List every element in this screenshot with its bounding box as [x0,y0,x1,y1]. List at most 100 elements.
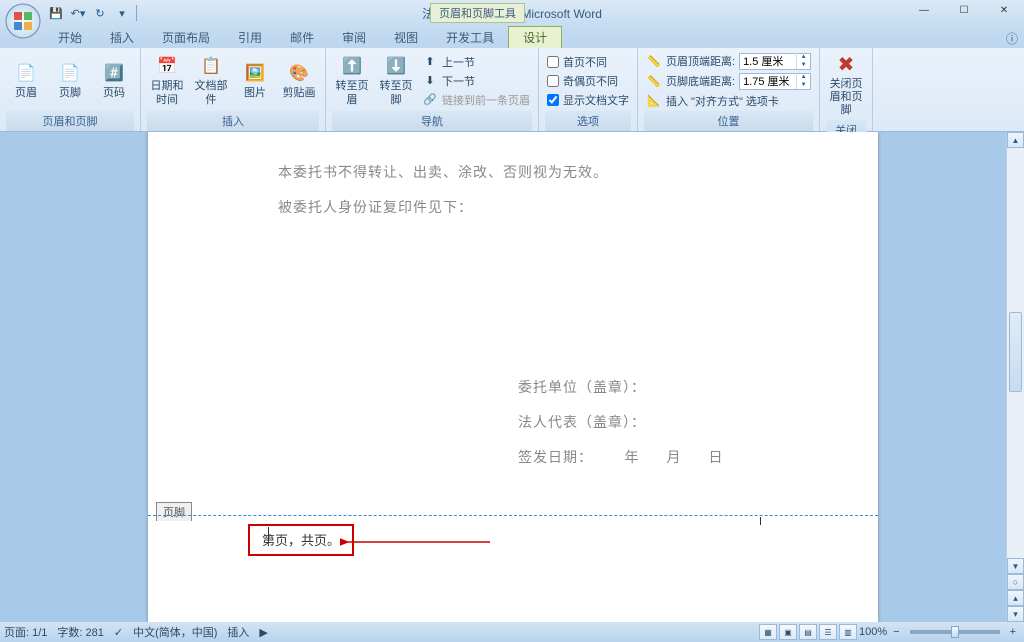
status-page[interactable]: 页面: 1/1 [4,624,47,640]
odd-even-diff-checkbox[interactable]: 奇偶页不同 [545,72,631,90]
tab-references[interactable]: 引用 [224,26,276,48]
document-area: 本委托书不得转让、出卖、涂改、否则视为无效。 被委托人身份证复印件见下： 委托单… [0,132,1006,622]
sig-legal: 法人代表（盖章）： [518,412,646,432]
title-bar: 💾 ↶▾ ↻ ▾ 法人委托书.docx - Microsoft Word 页眉和… [0,0,1024,26]
page-number-button[interactable]: #️⃣页码 [94,50,134,111]
tab-insert[interactable]: 插入 [96,26,148,48]
picture-icon: 🖼️ [243,61,267,85]
page-number-icon: #️⃣ [102,61,126,85]
group-label: 导航 [332,111,532,131]
close-header-footer-button[interactable]: ✖关闭页眉和页脚 [826,50,866,120]
save-icon: 💾 [49,7,63,20]
spin-up[interactable]: ▲ [797,73,810,81]
document-page[interactable]: 本委托书不得转让、出卖、涂改、否则视为无效。 被委托人身份证复印件见下： 委托单… [148,132,878,622]
header-icon: 📄 [14,61,38,85]
group-header-footer: 📄页眉 📄页脚 #️⃣页码 页眉和页脚 [0,48,141,131]
close-button[interactable]: ✕ [984,0,1024,20]
footer-content-highlight: 第页，共页。 [248,524,354,556]
ribbon-tabs: 开始 插入 页面布局 引用 邮件 审阅 视图 开发工具 设计 [0,26,1024,48]
sig-date: 签发日期： 年 月 日 [518,447,724,467]
header-button[interactable]: 📄页眉 [6,50,46,111]
qat-redo[interactable]: ↻ [90,3,110,23]
body-line-2: 被委托人身份证复印件见下： [278,197,473,217]
group-label: 插入 [147,111,319,131]
view-outline[interactable]: ☰ [819,624,837,640]
picture-button[interactable]: 🖼️图片 [235,50,275,111]
tab-mailings[interactable]: 邮件 [276,26,328,48]
minimize-button[interactable]: — [904,0,944,20]
datetime-button[interactable]: 📅日期和时间 [147,50,187,111]
maximize-button[interactable]: ☐ [944,0,984,20]
next-page-button[interactable]: ▾ [1007,606,1024,622]
scroll-down-button[interactable]: ▼ [1007,558,1024,574]
group-position: 📏 页眉顶端距离: ▲▼ 📏 页脚底端距离: ▲▼ 📐插入 "对齐方式" 选项卡… [638,48,820,131]
view-print-layout[interactable]: ▦ [759,624,777,640]
group-label: 位置 [644,111,813,131]
tab-developer[interactable]: 开发工具 [432,26,508,48]
calendar-icon: 📅 [155,54,179,78]
zoom-level[interactable]: 100% [859,626,887,638]
status-mode[interactable]: 插入 [227,624,249,640]
zoom-slider[interactable] [910,630,1000,634]
clipart-button[interactable]: 🎨剪贴画 [279,50,319,111]
next-section-button[interactable]: ⬇下一节 [420,72,532,90]
footer-distance-row: 📏 页脚底端距离: ▲▼ [644,72,813,91]
scroll-thumb[interactable] [1009,312,1022,392]
zoom-knob[interactable] [951,626,959,638]
insert-align-tab-button[interactable]: 📐插入 "对齐方式" 选项卡 [644,92,813,110]
goto-header-button[interactable]: ⬆️转至页眉 [332,50,372,111]
goto-footer-button[interactable]: ⬇️转至页脚 [376,50,416,111]
ribbon: 📄页眉 📄页脚 #️⃣页码 页眉和页脚 📅日期和时间 📋文档部件 🖼️图片 🎨剪… [0,48,1024,132]
footer-button[interactable]: 📄页脚 [50,50,90,111]
qat-undo[interactable]: ↶▾ [68,3,88,23]
status-proof-icon[interactable]: ✓ [114,626,123,639]
link-icon: 🔗 [422,92,438,108]
help-icon[interactable]: ⓘ [1006,30,1018,47]
parts-icon: 📋 [199,54,223,78]
qat-customize[interactable]: ▾ [112,3,132,23]
spin-up[interactable]: ▲ [797,53,810,61]
next-icon: ⬇ [422,73,438,89]
spin-down[interactable]: ▼ [797,61,810,69]
zoom-in-button[interactable]: + [1006,626,1020,638]
ruler-icon: 📏 [646,73,662,89]
browse-object-button[interactable]: ○ [1007,574,1024,590]
tab-view[interactable]: 视图 [380,26,432,48]
sig-unit: 委托单位（盖章）： [518,377,646,397]
view-draft[interactable]: ▥ [839,624,857,640]
tab-start[interactable]: 开始 [44,26,96,48]
footer-icon: 📄 [58,61,82,85]
prev-section-button[interactable]: ⬆上一节 [420,53,532,71]
scroll-track[interactable] [1007,148,1024,558]
tab-design[interactable]: 设计 [508,26,562,48]
first-page-diff-checkbox[interactable]: 首页不同 [545,53,631,71]
qat-save[interactable]: 💾 [46,3,66,23]
tab-review[interactable]: 审阅 [328,26,380,48]
status-language[interactable]: 中文(简体，中国) [133,624,217,640]
tab-page-layout[interactable]: 页面布局 [148,26,224,48]
annotation-arrow [340,532,500,552]
quickparts-button[interactable]: 📋文档部件 [191,50,231,111]
undo-icon: ↶ [71,7,80,20]
zoom-out-button[interactable]: − [889,626,903,638]
link-prev-button[interactable]: 🔗链接到前一条页眉 [420,91,532,109]
group-options: 首页不同 奇偶页不同 显示文档文字 选项 [539,48,638,131]
header-distance-input[interactable]: ▲▼ [739,53,811,70]
qat-separator [136,5,137,21]
scroll-up-button[interactable]: ▲ [1007,132,1024,148]
show-doc-text-checkbox[interactable]: 显示文档文字 [545,91,631,109]
vertical-scrollbar[interactable]: ▲ ▼ ○ ▴ ▾ [1006,132,1024,622]
spin-down[interactable]: ▼ [797,81,810,89]
office-button[interactable] [4,2,42,40]
status-words[interactable]: 字数: 281 [57,624,103,640]
view-full-screen[interactable]: ▣ [779,624,797,640]
redo-icon: ↻ [95,7,104,20]
footer-tag: 页脚 [156,502,192,521]
prev-page-button[interactable]: ▴ [1007,590,1024,606]
status-macro-icon[interactable]: ▶ [259,626,267,639]
footer-distance-input[interactable]: ▲▼ [739,73,811,90]
group-nav: ⬆️转至页眉 ⬇️转至页脚 ⬆上一节 ⬇下一节 🔗链接到前一条页眉 导航 [326,48,539,131]
footer-text[interactable]: 第页，共页。 [262,533,340,548]
view-web-layout[interactable]: ▤ [799,624,817,640]
body-line-1: 本委托书不得转让、出卖、涂改、否则视为无效。 [278,162,608,182]
